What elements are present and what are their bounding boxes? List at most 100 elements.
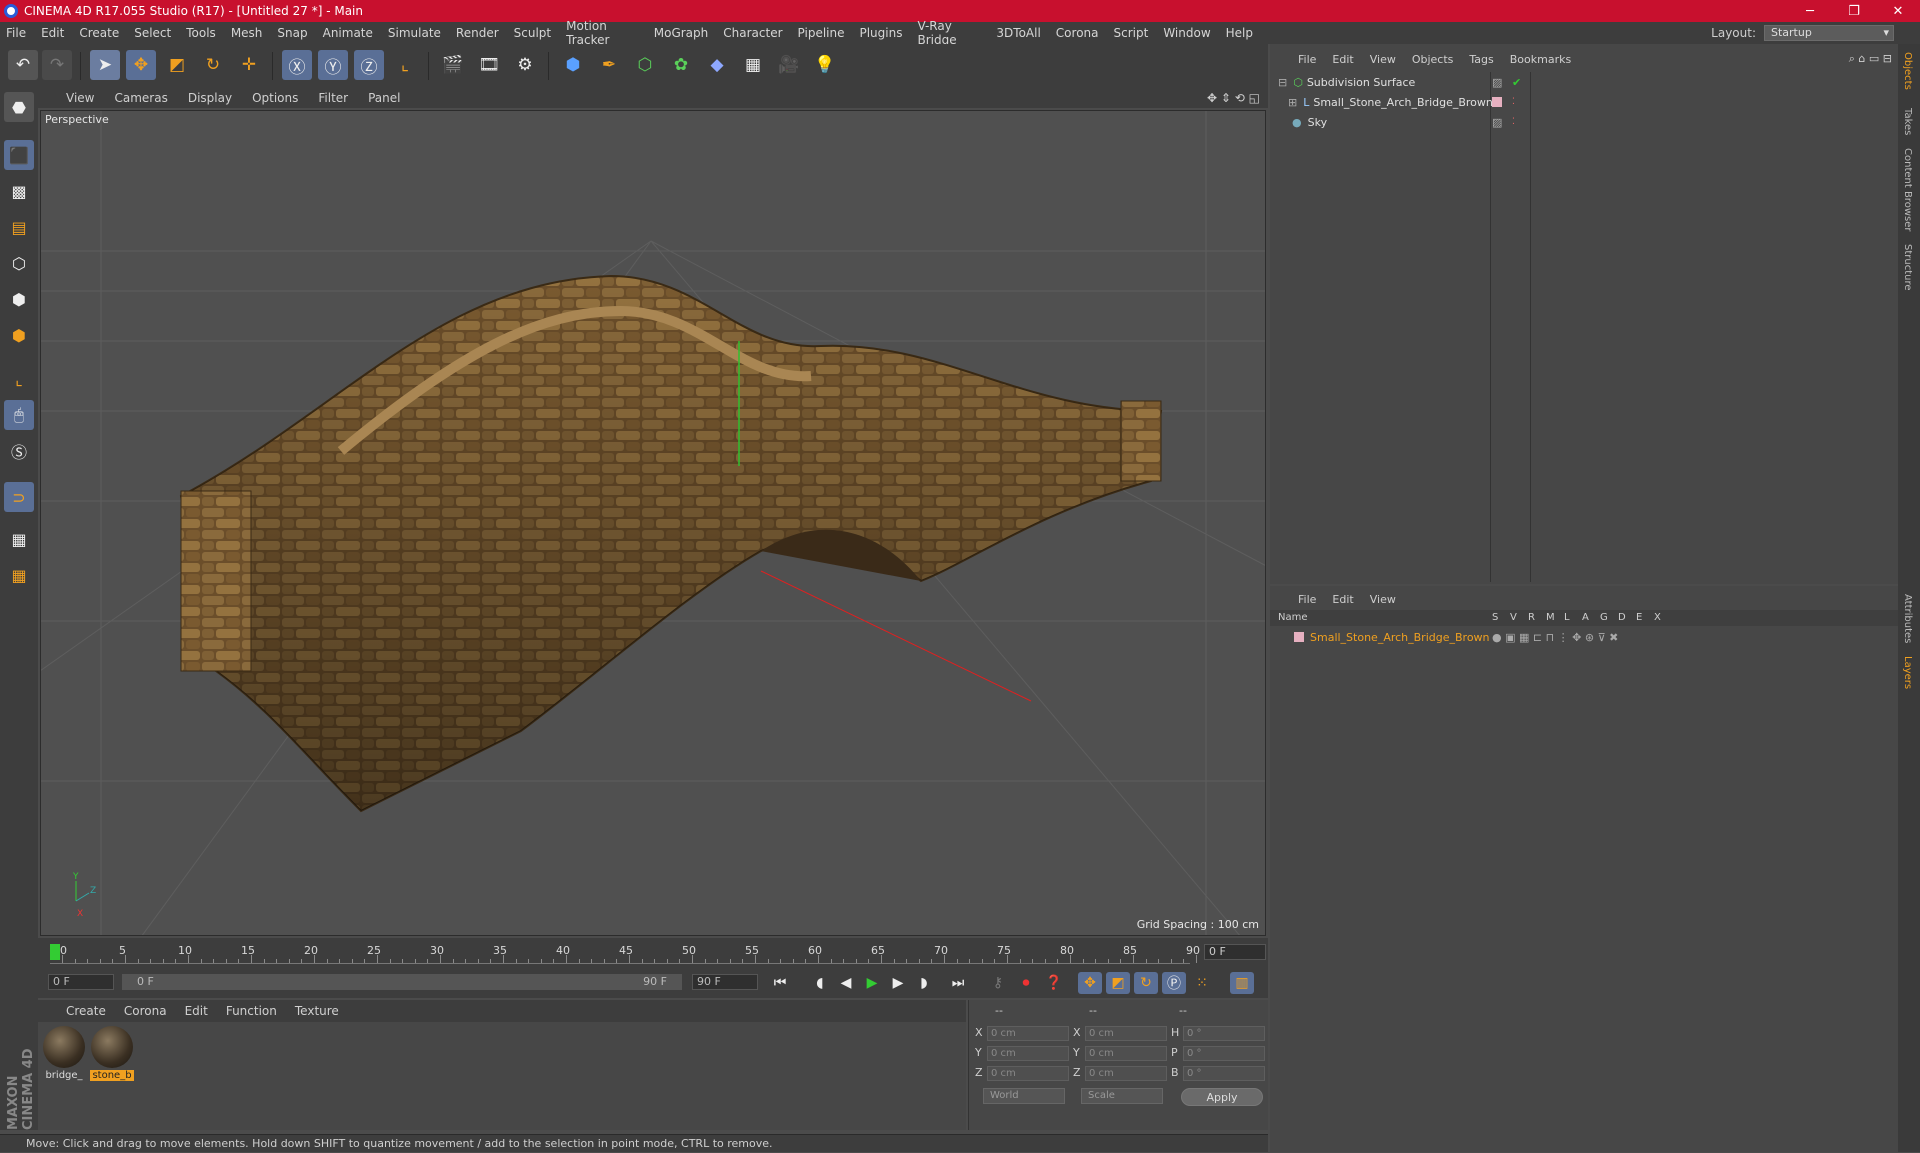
magnet-button[interactable]: ⊃	[4, 482, 34, 512]
coordinate-mode-dropdown[interactable]: World	[983, 1088, 1065, 1104]
rotation-p-field[interactable]: 0 °	[1183, 1046, 1265, 1061]
size-mode-dropdown[interactable]: Scale	[1081, 1088, 1163, 1104]
rotate-tool-button[interactable]: ↻	[198, 50, 228, 80]
layer-column-g[interactable]: G	[1600, 612, 1608, 623]
apply-button[interactable]: Apply	[1181, 1088, 1263, 1106]
object-row-sky[interactable]: ● Sky ▨ ⁚	[1270, 112, 1898, 132]
layer-color-chip[interactable]	[1492, 97, 1502, 107]
previous-frame-button[interactable]: ◀	[834, 972, 858, 994]
previous-key-button[interactable]: ◖	[808, 972, 832, 994]
objects-menu-edit[interactable]: Edit	[1332, 53, 1353, 66]
key-rotation-button[interactable]: ↻	[1134, 972, 1158, 994]
menu-script[interactable]: Script	[1114, 26, 1149, 40]
tab-objects[interactable]: Objects	[1902, 52, 1913, 90]
viewport-menu-view[interactable]: View	[66, 91, 94, 105]
axis-mode-button[interactable]: ⌞	[4, 364, 34, 394]
size-z-field[interactable]: 0 cm	[1085, 1066, 1167, 1081]
workplane-lock-button[interactable]: ▦	[4, 524, 34, 554]
layer-column-s[interactable]: S	[1492, 612, 1498, 623]
material-swatch[interactable]: bridge_	[42, 1026, 86, 1086]
objects-menu-file[interactable]: File	[1298, 53, 1316, 66]
points-mode-button[interactable]: ⬡	[4, 248, 34, 278]
record-keys-button[interactable]: ⚷	[986, 972, 1010, 994]
layer-toggle-icons[interactable]: ● ▣ ▦ ⊏ ⊓ ⋮ ✥ ⊛ ⊽ ✖	[1492, 631, 1618, 644]
material-menu-texture[interactable]: Texture	[295, 1004, 339, 1018]
material-menu-corona[interactable]: Corona	[124, 1004, 167, 1018]
visibility-dots-icon[interactable]: ⁚	[1512, 117, 1515, 127]
timeline-window-button[interactable]: ▥	[1230, 972, 1254, 994]
menu-select[interactable]: Select	[134, 26, 171, 40]
play-button[interactable]: ▶	[860, 972, 884, 994]
layers-menu-edit[interactable]: Edit	[1332, 593, 1353, 606]
rotation-b-field[interactable]: 0 °	[1183, 1066, 1265, 1081]
objects-menu-bookmarks[interactable]: Bookmarks	[1510, 53, 1571, 66]
timeline-ruler[interactable]: 0 5 10 15 20 25 30 35 40 45 50 55 60 65 …	[50, 944, 1200, 964]
menu-tools[interactable]: Tools	[186, 26, 216, 40]
material-menu-create[interactable]: Create	[66, 1004, 106, 1018]
x-axis-button[interactable]: Ⓧ	[282, 50, 312, 80]
polygons-mode-button[interactable]: ⬢	[4, 320, 34, 350]
tab-structure[interactable]: Structure	[1902, 244, 1913, 291]
menu-corona[interactable]: Corona	[1056, 26, 1099, 40]
floor-button[interactable]: ▦	[738, 50, 768, 80]
keyframe-selection-button[interactable]: ❓	[1042, 972, 1066, 994]
menu-simulate[interactable]: Simulate	[388, 26, 441, 40]
minimize-button[interactable]: ─	[1788, 4, 1832, 19]
key-scale-button[interactable]: ◩	[1106, 972, 1130, 994]
perspective-viewport[interactable]: Y Z X Perspective Grid Spacing : 100 cm	[40, 110, 1266, 936]
menu-snap[interactable]: Snap	[277, 26, 307, 40]
y-axis-button[interactable]: Ⓨ	[318, 50, 348, 80]
menu-character[interactable]: Character	[723, 26, 782, 40]
key-parameter-button[interactable]: Ⓟ	[1162, 972, 1186, 994]
layer-column-r[interactable]: R	[1528, 612, 1535, 623]
viewport-menu-cameras[interactable]: Cameras	[114, 91, 167, 105]
go-to-end-button[interactable]: ⏭	[946, 972, 970, 994]
maximize-button[interactable]: ❐	[1832, 4, 1876, 19]
close-button[interactable]: ✕	[1876, 4, 1920, 19]
objects-menu-objects[interactable]: Objects	[1412, 53, 1454, 66]
viewport-menu-display[interactable]: Display	[188, 91, 232, 105]
undo-button[interactable]: ↶	[8, 50, 38, 80]
render-picture-viewer-button[interactable]: 🎞	[474, 50, 504, 80]
render-view-button[interactable]: 🎬	[438, 50, 468, 80]
objects-menu-tags[interactable]: Tags	[1469, 53, 1493, 66]
cube-object-button[interactable]: ⬢	[558, 50, 588, 80]
material-menu-function[interactable]: Function	[226, 1004, 277, 1018]
tab-attributes[interactable]: Attributes	[1902, 594, 1913, 643]
z-axis-button[interactable]: Ⓩ	[354, 50, 384, 80]
key-pla-button[interactable]: ⁙	[1190, 972, 1214, 994]
layer-column-m[interactable]: M	[1546, 612, 1555, 623]
material-menu-edit[interactable]: Edit	[185, 1004, 208, 1018]
position-x-field[interactable]: 0 cm	[987, 1026, 1069, 1041]
layer-column-d[interactable]: D	[1618, 612, 1626, 623]
camera-button[interactable]: 🎥	[774, 50, 804, 80]
key-position-button[interactable]: ✥	[1078, 972, 1102, 994]
make-editable-button[interactable]: ⬣	[4, 92, 34, 122]
layer-row[interactable]: Small_Stone_Arch_Bridge_Brown ● ▣ ▦ ⊏ ⊓ …	[1270, 628, 1898, 646]
object-row-bridge[interactable]: ⊞ L Small_Stone_Arch_Bridge_Brown ⁚	[1270, 92, 1898, 112]
menu-window[interactable]: Window	[1163, 26, 1210, 40]
tab-takes[interactable]: Takes	[1902, 108, 1913, 135]
viewport-nav-icons[interactable]: ✥ ⇕ ⟲ ◱	[1207, 91, 1260, 105]
spline-pen-button[interactable]: ✒	[594, 50, 624, 80]
menu-pipeline[interactable]: Pipeline	[798, 26, 845, 40]
model-mode-button[interactable]: ⬛	[4, 140, 34, 170]
menu-vray-bridge[interactable]: V-Ray Bridge	[917, 19, 981, 47]
next-key-button[interactable]: ◗	[912, 972, 936, 994]
menu-mograph[interactable]: MoGraph	[654, 26, 709, 40]
expand-icon[interactable]: ⊞	[1288, 96, 1297, 109]
layer-column-x[interactable]: X	[1654, 612, 1661, 623]
playhead[interactable]	[50, 944, 60, 960]
workplane-mode-button[interactable]: ▤	[4, 212, 34, 242]
transform-tool-button[interactable]: ✛	[234, 50, 264, 80]
menu-sculpt[interactable]: Sculpt	[514, 26, 551, 40]
deformer-button[interactable]: ◆	[702, 50, 732, 80]
layer-column-v[interactable]: V	[1510, 612, 1517, 623]
position-z-field[interactable]: 0 cm	[987, 1066, 1069, 1081]
visibility-icon[interactable]: ▨	[1492, 76, 1502, 89]
texture-mode-button[interactable]: ▩	[4, 176, 34, 206]
menu-mesh[interactable]: Mesh	[231, 26, 263, 40]
light-button[interactable]: 💡	[810, 50, 840, 80]
tab-content-browser[interactable]: Content Browser	[1902, 148, 1913, 231]
layers-menu-file[interactable]: File	[1298, 593, 1316, 606]
